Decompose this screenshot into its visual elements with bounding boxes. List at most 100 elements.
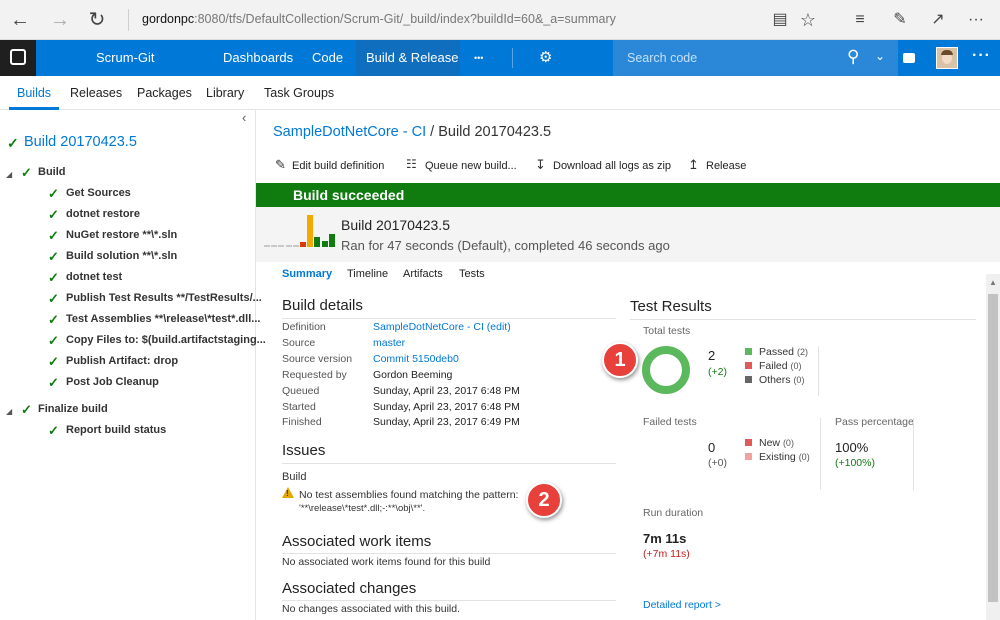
tab-task-groups[interactable]: Task Groups xyxy=(264,86,334,100)
legend-item: Existing (0) xyxy=(759,451,810,463)
history-bar[interactable] xyxy=(285,245,292,247)
history-bar[interactable] xyxy=(292,245,299,247)
detail-label: Requested by xyxy=(282,368,347,381)
queue-build-button[interactable]: Queue new build... xyxy=(425,160,517,172)
address-bar[interactable]: gordonpc:8080/tfs/DefaultCollection/Scru… xyxy=(142,12,616,26)
pass-donut-chart[interactable] xyxy=(640,344,692,396)
build-details-heading: Build details xyxy=(282,297,363,314)
history-bar[interactable] xyxy=(264,245,270,247)
tab-tests[interactable]: Tests xyxy=(459,268,485,280)
history-bar[interactable] xyxy=(321,240,328,247)
history-bar[interactable] xyxy=(307,215,314,247)
expand-triangle-icon[interactable]: ◢ xyxy=(6,407,12,416)
legend-divider xyxy=(913,418,914,490)
queue-icon[interactable]: ☷ xyxy=(406,157,417,171)
check-icon: ✓ xyxy=(48,423,59,438)
warning-mark: ! xyxy=(286,489,289,498)
detailed-report-link[interactable]: Detailed report > xyxy=(643,599,721,611)
tab-artifacts[interactable]: Artifacts xyxy=(403,268,443,280)
history-bar[interactable] xyxy=(300,242,306,247)
download-logs-button[interactable]: Download all logs as zip xyxy=(553,160,671,172)
tree-step[interactable]: Test Assemblies **\release\*test*.dll... xyxy=(66,313,260,325)
tree-step[interactable]: dotnet test xyxy=(66,271,122,283)
tree-step[interactable]: Publish Artifact: drop xyxy=(66,355,178,367)
collapse-panel-icon[interactable]: ‹ xyxy=(242,110,246,125)
release-button[interactable]: Release xyxy=(706,160,746,172)
scrollbar-thumb[interactable] xyxy=(988,294,998,602)
tree-step[interactable]: Report build status xyxy=(66,424,166,436)
search-icon[interactable]: ⚲ xyxy=(847,47,859,67)
hub-icon[interactable]: ≡ xyxy=(848,8,872,32)
issue-message: No test assemblies found matching the pa… xyxy=(299,489,519,501)
section-divider xyxy=(282,600,616,601)
back-icon[interactable]: ← xyxy=(8,8,32,32)
favorite-star-icon[interactable]: ☆ xyxy=(796,8,820,32)
tab-timeline[interactable]: Timeline xyxy=(347,268,388,280)
download-icon[interactable]: ↧ xyxy=(535,157,546,173)
legend-label: Passed xyxy=(759,346,795,358)
vsts-logo-icon[interactable] xyxy=(0,40,36,76)
sub-navigation: Builds Releases Packages Library Task Gr… xyxy=(0,76,1000,110)
browser-more-icon[interactable]: ··· xyxy=(964,8,988,32)
pen-icon[interactable]: ✎ xyxy=(888,8,912,32)
chevron-down-icon[interactable]: ⌄ xyxy=(875,49,885,63)
legend-count: (0) xyxy=(790,361,802,371)
check-icon: ✓ xyxy=(48,249,59,264)
edit-definition-button[interactable]: Edit build definition xyxy=(292,160,384,172)
section-divider xyxy=(282,463,616,464)
nav-more[interactable]: ••• xyxy=(474,53,483,63)
tree-group[interactable]: Finalize build xyxy=(38,403,108,415)
forward-icon[interactable]: → xyxy=(48,8,72,32)
tree-step[interactable]: NuGet restore **\*.sln xyxy=(66,229,177,241)
tab-builds[interactable]: Builds xyxy=(17,86,51,100)
history-bar[interactable] xyxy=(271,245,278,247)
tree-step[interactable]: Post Job Cleanup xyxy=(66,376,159,388)
tree-title[interactable]: Build 20170423.5 xyxy=(24,134,137,150)
avatar[interactable] xyxy=(936,47,958,69)
search-box[interactable]: Search code ⚲ ⌄ xyxy=(613,40,898,76)
tree-step[interactable]: Copy Files to: $(build.artifactstaging..… xyxy=(66,334,266,346)
tree-step[interactable]: Build solution **\*.sln xyxy=(66,250,177,262)
tab-releases[interactable]: Releases xyxy=(70,86,122,100)
detail-value[interactable]: Commit 5150deb0 xyxy=(373,353,459,365)
detail-label: Finished xyxy=(282,416,322,429)
tree-step[interactable]: dotnet restore xyxy=(66,208,140,220)
tree-step[interactable]: Publish Test Results **/TestResults/... xyxy=(66,292,262,304)
changes-text: No changes associated with this build. xyxy=(282,603,461,615)
marketplace-bag-icon[interactable] xyxy=(903,53,915,63)
more-icon[interactable]: ··· xyxy=(972,47,991,65)
check-icon: ✓ xyxy=(21,165,32,180)
scroll-up-icon[interactable]: ▲ xyxy=(989,278,997,287)
expand-triangle-icon[interactable]: ◢ xyxy=(6,170,12,179)
settings-gear-icon[interactable]: ⚙ xyxy=(539,48,552,66)
tree-step[interactable]: Get Sources xyxy=(66,187,131,199)
tab-packages[interactable]: Packages xyxy=(137,86,192,100)
legend-swatch xyxy=(745,439,752,446)
history-bar[interactable] xyxy=(328,234,335,247)
nav-dashboards[interactable]: Dashboards xyxy=(223,50,293,65)
refresh-icon[interactable]: ↻ xyxy=(85,8,109,32)
project-name[interactable]: Scrum-Git xyxy=(96,50,155,65)
build-history-chart[interactable] xyxy=(264,213,335,253)
reading-view-icon[interactable]: ▤ xyxy=(768,8,792,32)
check-icon: ✓ xyxy=(48,207,59,222)
build-status-text: Build succeeded xyxy=(293,187,405,203)
history-bar[interactable] xyxy=(314,237,321,247)
callout-badge-2: 2 xyxy=(526,482,562,518)
legend-divider xyxy=(820,418,821,490)
breadcrumb-separator: / xyxy=(426,124,439,140)
release-icon[interactable]: ↥ xyxy=(688,157,699,173)
detail-value[interactable]: SampleDotNetCore - CI (edit) xyxy=(373,321,511,333)
tree-group[interactable]: Build xyxy=(38,166,66,178)
breadcrumb-definition[interactable]: SampleDotNetCore - CI xyxy=(273,124,426,140)
detail-value[interactable]: master xyxy=(373,337,405,349)
tab-library[interactable]: Library xyxy=(206,86,244,100)
check-icon: ✓ xyxy=(48,354,59,369)
edit-icon[interactable]: ✎ xyxy=(275,157,286,173)
scrollbar[interactable]: ▲ xyxy=(986,274,1000,620)
share-icon[interactable]: ↗ xyxy=(926,8,950,32)
tab-summary[interactable]: Summary xyxy=(282,268,332,280)
history-bar[interactable] xyxy=(278,245,285,247)
nav-build-release[interactable]: Build & Release xyxy=(366,50,459,65)
nav-code[interactable]: Code xyxy=(312,50,343,65)
